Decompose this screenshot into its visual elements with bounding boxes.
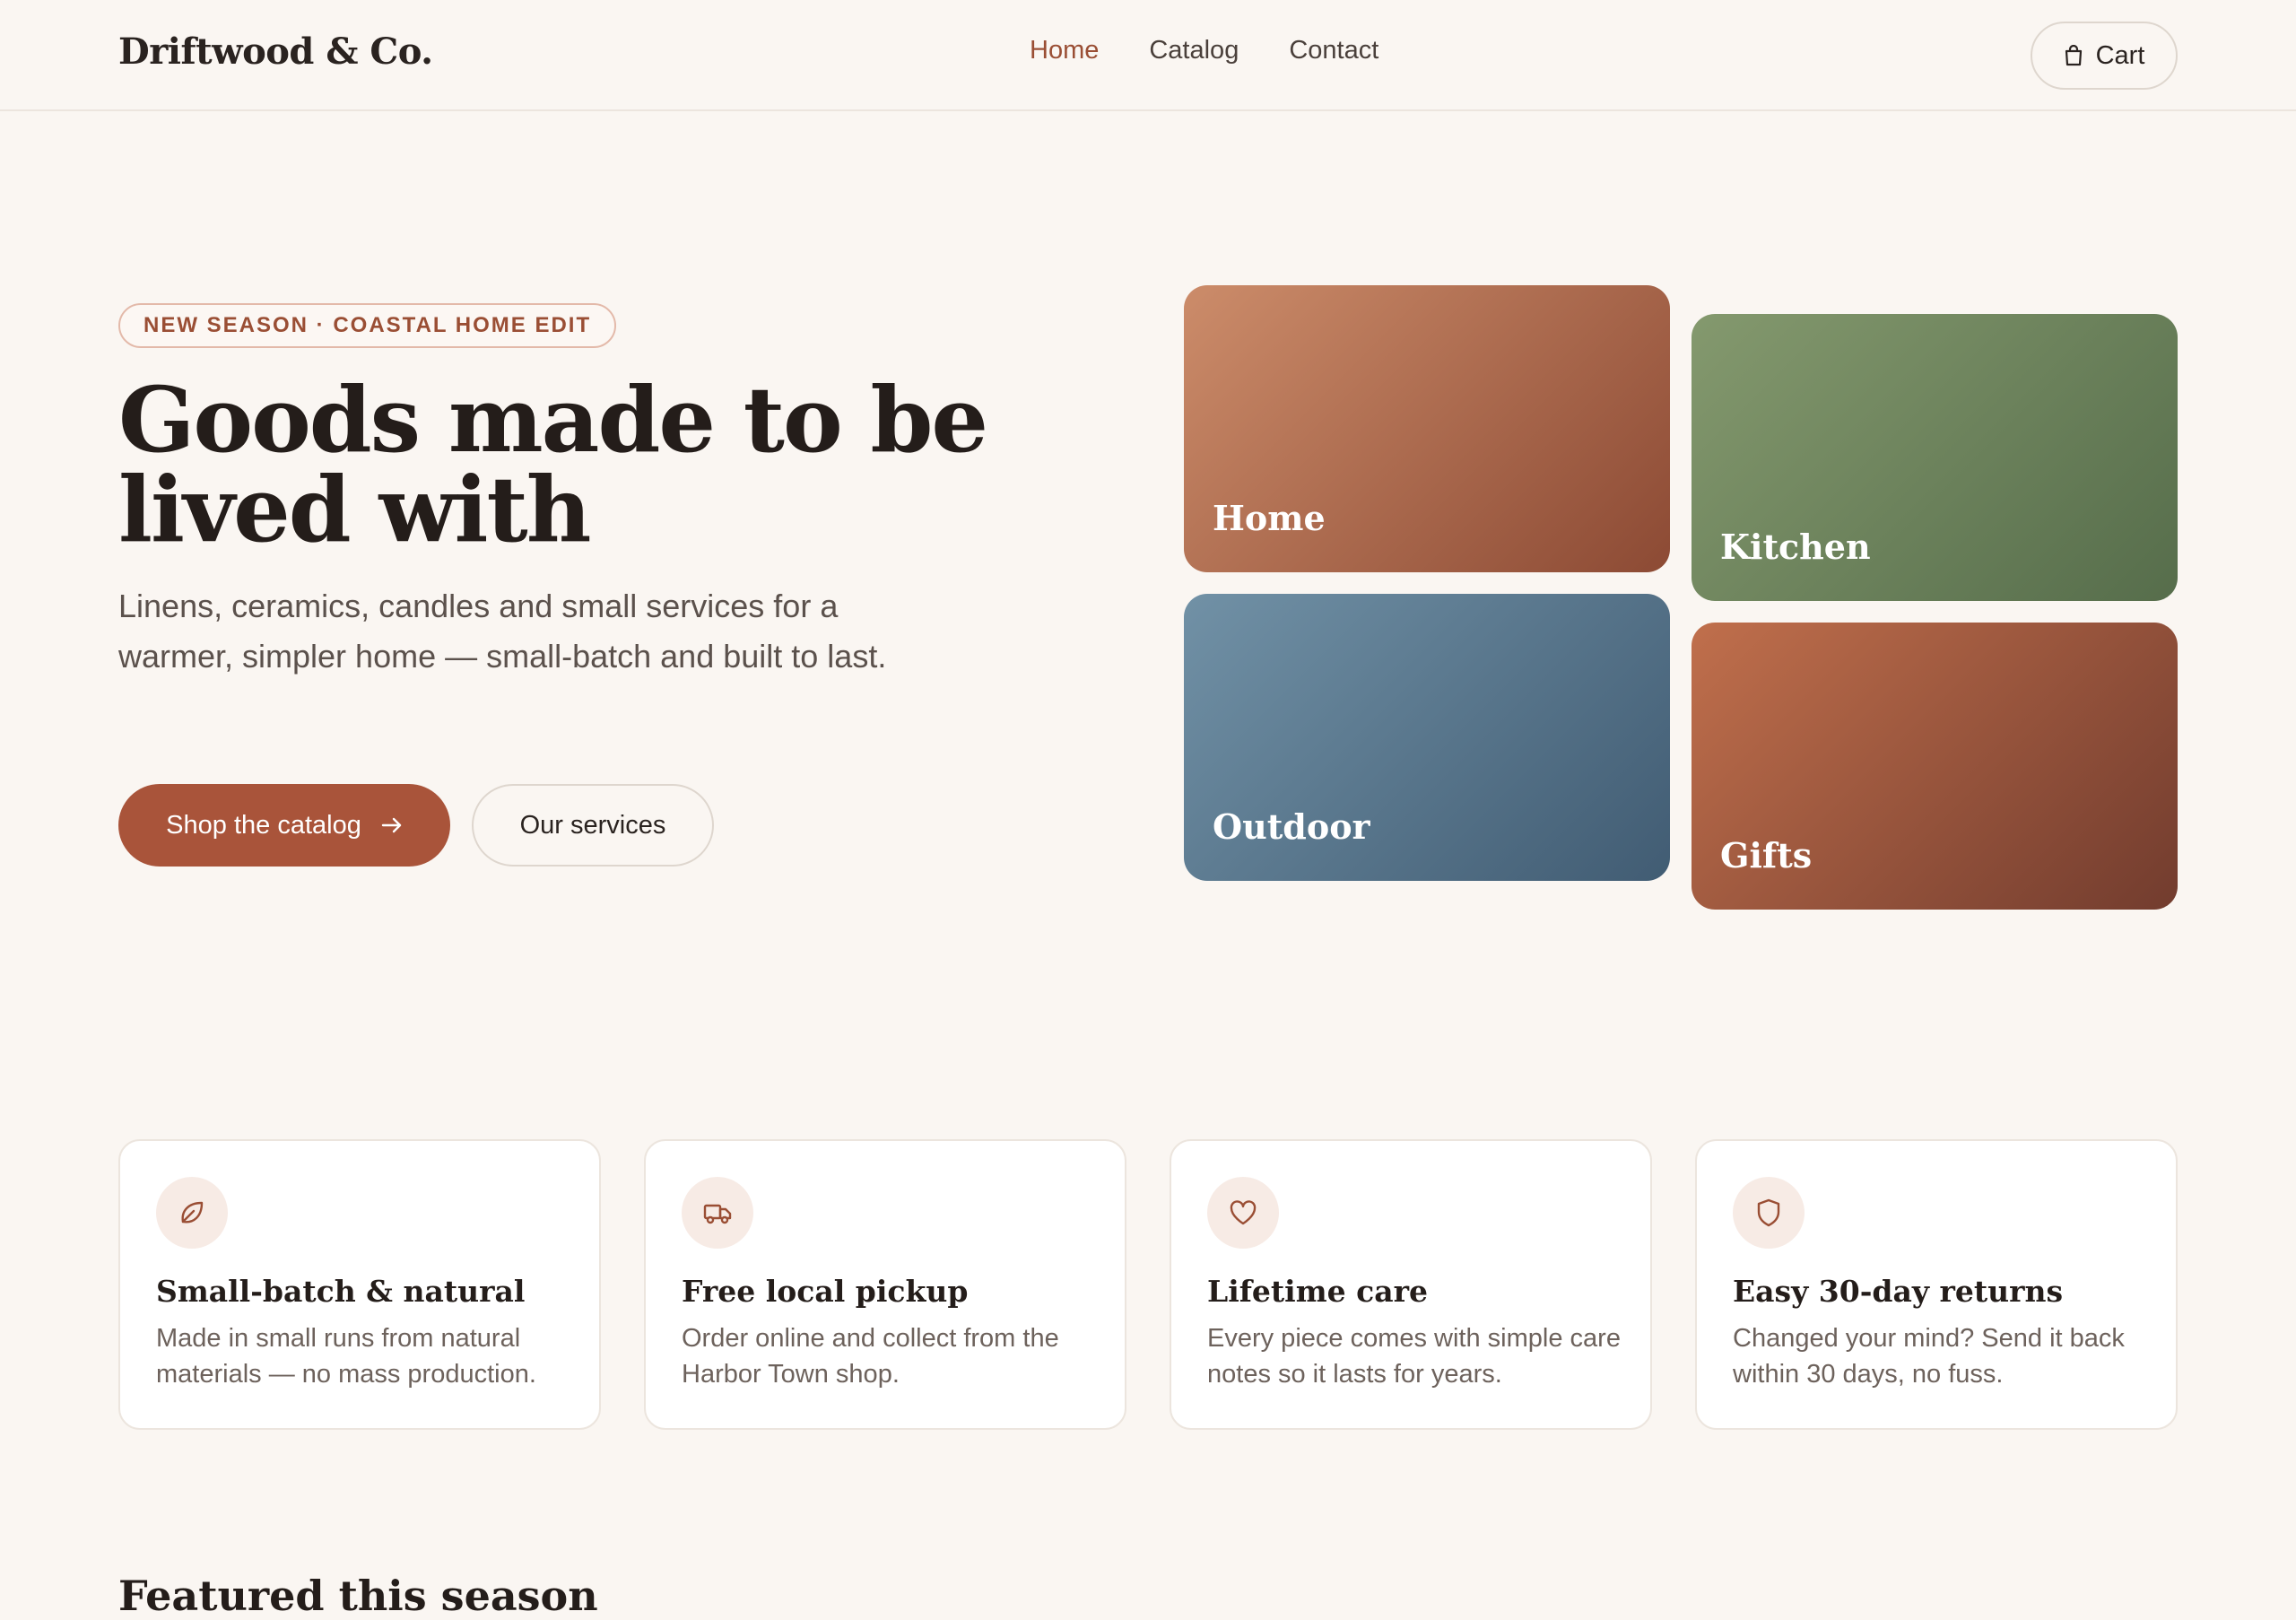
- feature-card-returns: Easy 30-day returns Changed your mind? S…: [1695, 1139, 2178, 1430]
- feature-text: Every piece comes with simple care notes…: [1207, 1324, 1621, 1389]
- shield-icon: [1757, 1198, 1780, 1227]
- cart-button[interactable]: Cart: [2031, 22, 2178, 90]
- feature-title: Free local pickup: [682, 1274, 969, 1309]
- feature-title: Easy 30-day returns: [1733, 1274, 2064, 1309]
- feature-text: Order online and collect from the Harbor…: [682, 1324, 1059, 1389]
- feature-card-small-batch: Small-batch & natural Made in small runs…: [118, 1139, 601, 1430]
- arrow-right-icon: [381, 817, 402, 833]
- feature-title: Lifetime care: [1207, 1274, 1428, 1309]
- feature-text: Changed your mind? Send it back within 3…: [1733, 1324, 2125, 1389]
- cart-label: Cart: [2095, 40, 2145, 70]
- nav-contact[interactable]: Contact: [1289, 36, 1378, 65]
- brand-logo[interactable]: Driftwood & Co.: [118, 30, 433, 73]
- category-tile-kitchen[interactable]: Kitchen: [1692, 314, 2178, 601]
- feature-title: Small-batch & natural: [156, 1274, 526, 1309]
- feature-card-lifetime-care: Lifetime care Every piece comes with sim…: [1170, 1139, 1652, 1430]
- feature-card-pickup: Free local pickup Order online and colle…: [644, 1139, 1126, 1430]
- leaf-icon: [181, 1201, 204, 1224]
- category-tile-home[interactable]: Home: [1184, 285, 1670, 572]
- shop-catalog-label: Shop the catalog: [166, 810, 361, 840]
- feature-icon-circle: [1207, 1177, 1279, 1249]
- feature-icon-circle: [156, 1177, 228, 1249]
- hero-title: Goods made to be lived with: [118, 367, 988, 562]
- heart-icon: [1230, 1200, 1257, 1225]
- category-label: Gifts: [1720, 835, 1813, 875]
- our-services-button[interactable]: Our services: [472, 784, 714, 867]
- hero-subtitle: Linens, ceramics, candles and small serv…: [118, 588, 887, 675]
- category-label: Kitchen: [1720, 527, 1871, 567]
- category-label: Outdoor: [1213, 806, 1370, 847]
- category-tile-gifts[interactable]: Gifts: [1692, 623, 2178, 910]
- shop-catalog-button[interactable]: Shop the catalog: [118, 784, 450, 867]
- nav-catalog[interactable]: Catalog: [1149, 36, 1239, 65]
- feature-icon-circle: [1733, 1177, 1805, 1249]
- feature-text: Made in small runs from natural material…: [156, 1324, 536, 1389]
- shopping-bag-icon: [2065, 45, 2082, 66]
- site-header: Driftwood & Co. Home Catalog Contact Car…: [0, 0, 2296, 111]
- season-badge: NEW SEASON · COASTAL HOME EDIT: [118, 303, 617, 348]
- truck-icon: [703, 1204, 732, 1224]
- category-tile-outdoor[interactable]: Outdoor: [1184, 594, 1670, 881]
- main-nav: Home Catalog Contact: [1030, 36, 1378, 65]
- nav-home[interactable]: Home: [1030, 36, 1099, 65]
- category-label: Home: [1213, 498, 1326, 538]
- featured-section-title: Featured this season: [118, 1572, 598, 1620]
- feature-icon-circle: [682, 1177, 753, 1249]
